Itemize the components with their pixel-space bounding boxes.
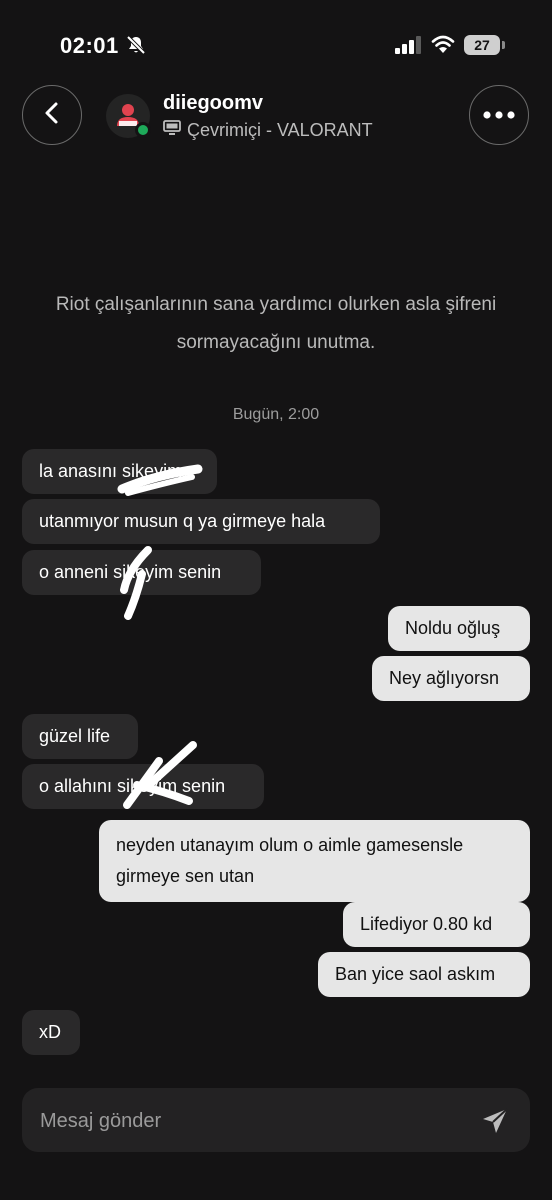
more-options-button[interactable] (469, 85, 529, 145)
back-button[interactable] (22, 85, 82, 145)
back-arrow-icon (42, 101, 62, 130)
battery-icon: 27 (464, 35, 500, 55)
message-bubble-outgoing[interactable]: Noldu oğluş (388, 606, 530, 651)
date-separator: Bugün, 2:00 (232, 406, 320, 423)
presence-text: Çevrimiçi - VALORANT (187, 120, 373, 140)
status-time: 02:01 (60, 33, 119, 58)
battery-tip (502, 41, 505, 49)
message-composer (22, 1088, 530, 1154)
message-bubble-incoming[interactable]: güzel life (22, 714, 138, 759)
contact-username[interactable]: diiegoomv (163, 92, 263, 115)
status-bar: 02:01 27 (0, 0, 552, 88)
more-dots-icon (483, 106, 515, 124)
contact-presence: Çevrimiçi - VALORANT (163, 120, 373, 141)
message-input[interactable] (38, 1088, 472, 1154)
message-bubble-incoming[interactable]: o allahını sikeyim senin (22, 764, 264, 809)
online-status-dot (135, 122, 151, 138)
message-bubble-incoming[interactable]: utanmıyor musun q ya girmeye hala (22, 499, 380, 544)
message-bubble-outgoing[interactable]: Lifediyor 0.80 kd (343, 902, 530, 947)
message-bubble-outgoing[interactable]: Ney ağlıyorsn (372, 656, 530, 701)
bell-slash-icon (125, 34, 147, 61)
message-bubble-outgoing[interactable]: neyden utanayım olum o aimle gamesensle … (99, 820, 530, 902)
message-bubble-incoming[interactable]: xD (22, 1010, 80, 1055)
cellular-signal-icon (395, 36, 423, 59)
monitor-icon (163, 120, 181, 141)
message-bubble-incoming[interactable]: la anasını sikeyim (22, 449, 217, 494)
safety-notice: Riot çalışanlarının sana yardımcı olurke… (55, 294, 497, 353)
message-bubble-incoming[interactable]: o anneni sikeyim senin (22, 550, 261, 595)
wifi-icon (431, 34, 455, 59)
send-icon[interactable] (480, 1106, 510, 1141)
message-bubble-outgoing[interactable]: Ban yice saol askım (318, 952, 530, 997)
